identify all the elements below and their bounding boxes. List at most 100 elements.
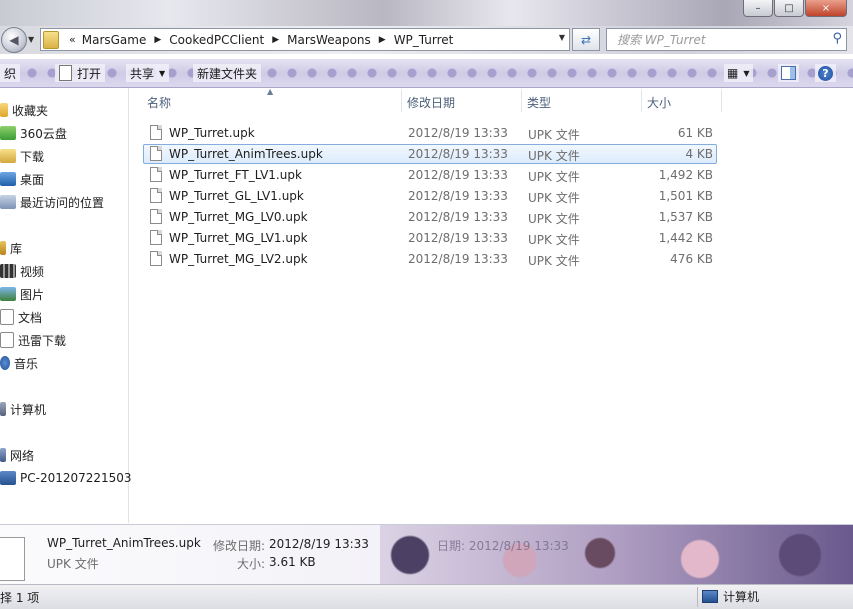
share-button[interactable]: 共享 ▼ — [126, 64, 170, 82]
file-type: UPK 文件 — [528, 254, 580, 268]
file-row[interactable]: WP_Turret_MG_LV0.upk 2012/8/19 13:33 UPK… — [143, 207, 717, 227]
nav-network[interactable]: 网络 — [0, 445, 34, 465]
view-options-button[interactable]: ▦ ▼ — [724, 64, 753, 82]
breadcrumb-arrow-icon[interactable]: ▶ — [154, 35, 161, 45]
nav-cloud-label: 360云盘 — [20, 126, 67, 141]
file-row[interactable]: WP_Turret_GL_LV1.upk 2012/8/19 13:33 UPK… — [143, 186, 717, 206]
breadcrumb-arrow-icon[interactable]: ▶ — [379, 35, 386, 45]
organize-button[interactable]: 织 — [0, 64, 21, 82]
chevron-down-icon: ▼ — [159, 68, 166, 78]
selection-count: 择 1 项 — [0, 591, 40, 605]
organize-label: 织 — [4, 66, 17, 81]
new-folder-label: 新建文件夹 — [197, 66, 258, 81]
back-arrow-icon: ◀ — [9, 33, 19, 47]
breadcrumb-wp-turret[interactable]: WP_Turret — [394, 33, 454, 47]
nav-libraries-label: 库 — [10, 241, 23, 256]
view-grid-icon: ▦ — [727, 66, 739, 80]
nav-pc-label: PC-201207221503 — [20, 471, 132, 485]
nav-desktop[interactable]: 桌面 — [0, 169, 44, 189]
file-date: 2012/8/19 13:33 — [408, 210, 508, 224]
open-label: 打开 — [77, 66, 102, 81]
file-row[interactable]: WP_Turret_FT_LV1.upk 2012/8/19 13:33 UPK… — [143, 165, 717, 185]
refresh-button[interactable]: ⇄ — [572, 28, 600, 51]
file-name: WP_Turret_MG_LV2.upk — [169, 252, 308, 266]
column-header-type[interactable]: 类型 — [521, 90, 642, 114]
help-button[interactable]: ? — [815, 64, 836, 82]
search-icon[interactable]: ⚲ — [832, 31, 842, 46]
column-header-size[interactable]: 大小 — [641, 90, 722, 114]
file-row[interactable]: WP_Turret.upk 2012/8/19 13:33 UPK 文件 61 … — [143, 123, 717, 143]
file-date: 2012/8/19 13:33 — [408, 252, 508, 266]
file-row[interactable]: WP_Turret_MG_LV2.upk 2012/8/19 13:33 UPK… — [143, 249, 717, 269]
star-icon — [0, 103, 8, 117]
breadcrumb-cookedpcclient[interactable]: CookedPCClient — [169, 33, 264, 47]
nav-pictures[interactable]: 图片 — [0, 284, 44, 304]
nav-libraries[interactable]: 库 — [0, 238, 22, 258]
file-size: 1,501 KB — [658, 189, 713, 203]
close-button[interactable]: × — [805, 0, 847, 17]
file-date: 2012/8/19 13:33 — [408, 189, 508, 203]
file-type: UPK 文件 — [528, 212, 580, 226]
nav-music[interactable]: 音乐 — [0, 353, 38, 373]
file-thumbnail-icon — [0, 537, 25, 581]
file-date: 2012/8/19 13:33 — [408, 168, 508, 182]
file-date: 2012/8/19 13:33 — [408, 231, 508, 245]
open-button[interactable]: 打开 — [55, 64, 106, 82]
nav-downloads-label: 下载 — [20, 149, 45, 164]
nav-computer[interactable]: 计算机 — [0, 399, 46, 419]
column-header-modified[interactable]: 修改日期 — [401, 90, 522, 114]
column-divider[interactable] — [721, 90, 722, 112]
file-row-selected[interactable]: WP_Turret_AnimTrees.upk 2012/8/19 13:33 … — [143, 144, 717, 164]
details-ghost-text: 日期: 2012/8/19 13:33 — [437, 539, 569, 553]
search-box[interactable]: ⚲ — [606, 28, 847, 51]
recent-pages-dropdown-icon[interactable]: ▼ — [28, 35, 34, 44]
file-name: WP_Turret_MG_LV0.upk — [169, 210, 308, 224]
nav-music-label: 音乐 — [14, 356, 39, 371]
address-dropdown-icon[interactable]: ▼ — [559, 33, 565, 42]
help-icon: ? — [818, 65, 833, 81]
downloads-folder-icon — [0, 149, 16, 163]
file-name: WP_Turret_GL_LV1.upk — [169, 189, 304, 203]
file-icon — [150, 209, 162, 224]
window-controls: – □ × — [743, 0, 847, 17]
new-folder-button[interactable]: 新建文件夹 — [193, 64, 262, 82]
search-input[interactable] — [615, 31, 829, 48]
status-location-label: 计算机 — [723, 590, 760, 604]
nav-thunder-downloads[interactable]: 迅雷下载 — [0, 330, 66, 350]
file-type: UPK 文件 — [528, 233, 580, 247]
nav-downloads[interactable]: 下载 — [0, 146, 44, 166]
file-type: UPK 文件 — [528, 170, 580, 184]
nav-documents[interactable]: 文档 — [0, 307, 42, 327]
breadcrumb-marsgame[interactable]: MarsGame — [82, 33, 147, 47]
file-size: 1,492 KB — [658, 168, 713, 182]
file-size: 1,537 KB — [658, 210, 713, 224]
back-button[interactable]: ◀ — [1, 27, 27, 53]
chevron-down-icon: ▼ — [743, 68, 750, 78]
nav-360-cloud[interactable]: 360云盘 — [0, 123, 67, 143]
breadcrumb-arrow-icon[interactable]: ▶ — [272, 35, 279, 45]
preview-pane-button[interactable] — [778, 64, 799, 82]
breadcrumb-marsweapons[interactable]: MarsWeapons — [287, 33, 371, 47]
file-name: WP_Turret_AnimTrees.upk — [169, 147, 323, 161]
nav-recent-label: 最近访问的位置 — [20, 195, 105, 210]
maximize-button[interactable]: □ — [774, 0, 804, 17]
file-name: WP_Turret_FT_LV1.upk — [169, 168, 302, 182]
pc-monitor-icon — [0, 471, 16, 485]
address-bar[interactable]: « MarsGame ▶ CookedPCClient ▶ MarsWeapon… — [40, 28, 570, 51]
nav-videos[interactable]: 视频 — [0, 261, 44, 281]
nav-network-label: 网络 — [10, 448, 35, 463]
nav-favorites[interactable]: 收藏夹 — [0, 100, 48, 120]
column-header-name[interactable]: 名称 — [141, 90, 402, 114]
minimize-button[interactable]: – — [743, 0, 773, 17]
window-title-bar: – □ × — [0, 0, 853, 26]
preview-pane-icon — [781, 66, 796, 80]
file-row[interactable]: WP_Turret_MG_LV1.upk 2012/8/19 13:33 UPK… — [143, 228, 717, 248]
file-type: UPK 文件 — [528, 191, 580, 205]
nav-recent-places[interactable]: 最近访问的位置 — [0, 192, 104, 212]
details-modified-label: 修改日期: — [213, 539, 266, 553]
column-modified-label: 修改日期 — [407, 95, 456, 110]
file-date: 2012/8/19 13:33 — [408, 126, 508, 140]
nav-documents-label: 文档 — [18, 310, 43, 325]
breadcrumb-overflow[interactable]: « — [69, 33, 76, 46]
nav-pc[interactable]: PC-201207221503 — [0, 468, 132, 488]
